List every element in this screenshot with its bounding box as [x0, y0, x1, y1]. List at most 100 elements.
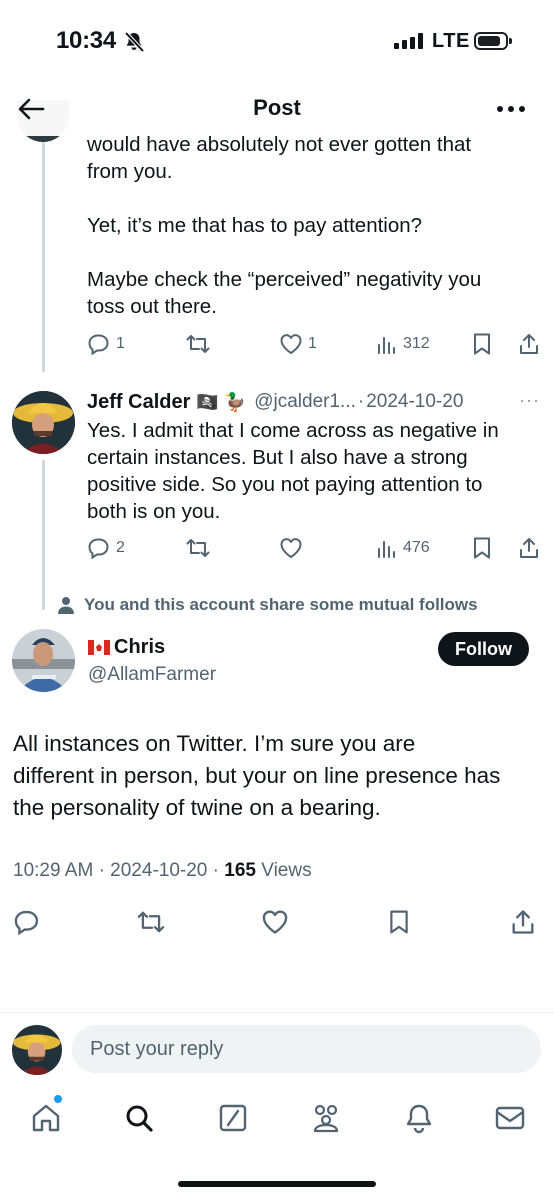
views-count: 165	[224, 860, 256, 881]
share-icon	[520, 538, 538, 558]
views-icon	[378, 337, 395, 354]
author-handle[interactable]: @AllamFarmer	[88, 664, 216, 686]
signal-icon	[394, 33, 423, 49]
tweet-text: Yes. I admit that I come across as negat…	[87, 419, 499, 523]
post-screen: 10:34 LTE Post would have absolutely not…	[0, 0, 554, 1200]
nav-header: Post	[0, 84, 554, 136]
reply-button[interactable]: 2	[87, 533, 125, 563]
tab-home[interactable]	[26, 1098, 66, 1138]
reply-input[interactable]: Post your reply	[72, 1025, 541, 1073]
share-button[interactable]	[506, 905, 540, 939]
separator: ·	[357, 391, 365, 412]
share-button[interactable]	[517, 533, 541, 563]
share-icon	[512, 910, 534, 934]
bookmark-button[interactable]	[382, 905, 416, 939]
like-button[interactable]	[279, 533, 303, 563]
tweet-actions: 1 1 312	[87, 329, 542, 359]
repost-button[interactable]	[185, 329, 211, 359]
bookmark-button[interactable]	[471, 329, 493, 359]
bookmark-button[interactable]	[471, 533, 493, 563]
tweet-time: 10:29 AM	[13, 860, 94, 881]
like-button[interactable]	[258, 905, 292, 939]
main-tweet-actions	[0, 905, 554, 939]
avatar[interactable]	[12, 391, 75, 454]
follow-button[interactable]: Follow	[438, 632, 529, 666]
reply-count: 1	[116, 335, 125, 352]
network-label: LTE	[432, 30, 470, 52]
reply-button[interactable]	[10, 905, 44, 939]
author-name-row[interactable]: Chris	[88, 636, 216, 659]
bookmark-icon	[474, 537, 490, 559]
bookmark-icon	[474, 333, 490, 355]
author-name: Chris	[114, 636, 166, 658]
thread-line	[42, 460, 45, 610]
repost-button[interactable]	[185, 533, 211, 563]
mutual-follows-text: You and this account share some mutual f…	[84, 595, 478, 614]
page-title: Post	[253, 95, 301, 120]
more-options-button[interactable]	[494, 94, 528, 124]
home-notification-dot	[54, 1095, 62, 1103]
grok-icon	[219, 1104, 247, 1132]
avatar-image	[12, 1025, 62, 1075]
repost-icon	[186, 335, 210, 353]
heart-icon	[280, 334, 302, 354]
like-count: 1	[308, 335, 317, 352]
tab-grok[interactable]	[213, 1098, 253, 1138]
person-icon	[58, 597, 74, 614]
tweet-more-button[interactable]: ···	[519, 390, 540, 411]
main-tweet-author: Chris @AllamFarmer	[88, 636, 216, 686]
avatar-image	[12, 391, 75, 454]
tab-messages[interactable]	[490, 1098, 530, 1138]
home-icon	[32, 1104, 60, 1132]
status-bar: 10:34 LTE	[0, 0, 554, 84]
views-count: 312	[403, 335, 430, 352]
repost-icon	[186, 539, 210, 557]
reply-icon	[14, 910, 39, 936]
tab-notifications[interactable]	[399, 1098, 439, 1138]
heart-icon	[280, 538, 302, 558]
like-button[interactable]: 1	[279, 329, 317, 359]
heart-icon	[262, 910, 288, 934]
reply-button[interactable]: 1	[87, 329, 125, 359]
repost-button[interactable]	[134, 905, 168, 939]
views-label[interactable]: Views	[261, 860, 311, 881]
author-name[interactable]: Jeff Calder	[87, 391, 190, 414]
messages-icon	[495, 1106, 525, 1130]
views-count: 476	[403, 539, 430, 556]
author-handle[interactable]: @jcalder1...	[254, 391, 356, 413]
reply-icon	[88, 334, 109, 356]
mutual-follows-note: You and this account share some mutual f…	[58, 595, 478, 615]
thread-line	[42, 136, 45, 372]
tweet-date: 2024-10-20	[110, 860, 208, 881]
views-button[interactable]: 476	[376, 533, 430, 563]
views-icon	[378, 541, 395, 558]
canada-flag-icon	[88, 640, 110, 655]
bookmark-icon	[390, 910, 408, 934]
home-indicator	[178, 1181, 376, 1187]
tweet-text: would have absolutely not ever gotten th…	[87, 133, 482, 318]
bell-off-icon	[124, 31, 145, 53]
main-tweet-text: All instances on Twitter. I’m sure you a…	[13, 731, 501, 820]
author-emoji: 🏴‍☠️ 🦆	[196, 391, 247, 412]
avatar[interactable]	[12, 1025, 62, 1075]
share-icon	[520, 334, 538, 354]
reply-composer: Post your reply	[0, 1012, 554, 1086]
notifications-icon	[406, 1104, 432, 1134]
avatar[interactable]	[12, 629, 75, 692]
tab-communities[interactable]	[306, 1098, 346, 1138]
tweet-meta: 10:29 AM · 2024-10-20 · 165 Views	[13, 860, 312, 881]
repost-icon	[137, 911, 165, 933]
tweet-date[interactable]: 2024-10-20	[366, 391, 463, 413]
status-time: 10:34	[56, 27, 116, 54]
battery-icon	[474, 32, 512, 50]
tweet-actions: 2 476	[87, 533, 542, 563]
communities-icon	[313, 1104, 339, 1133]
views-button[interactable]: 312	[376, 329, 430, 359]
search-icon	[126, 1105, 153, 1132]
share-button[interactable]	[517, 329, 541, 359]
tab-search[interactable]	[119, 1098, 159, 1138]
tweet-author-line: Jeff Calder 🏴‍☠️ 🦆 @jcalder1... · 2024-1…	[87, 388, 542, 416]
reply-count: 2	[116, 539, 125, 556]
reply-icon	[88, 538, 109, 560]
avatar-image	[12, 629, 75, 692]
